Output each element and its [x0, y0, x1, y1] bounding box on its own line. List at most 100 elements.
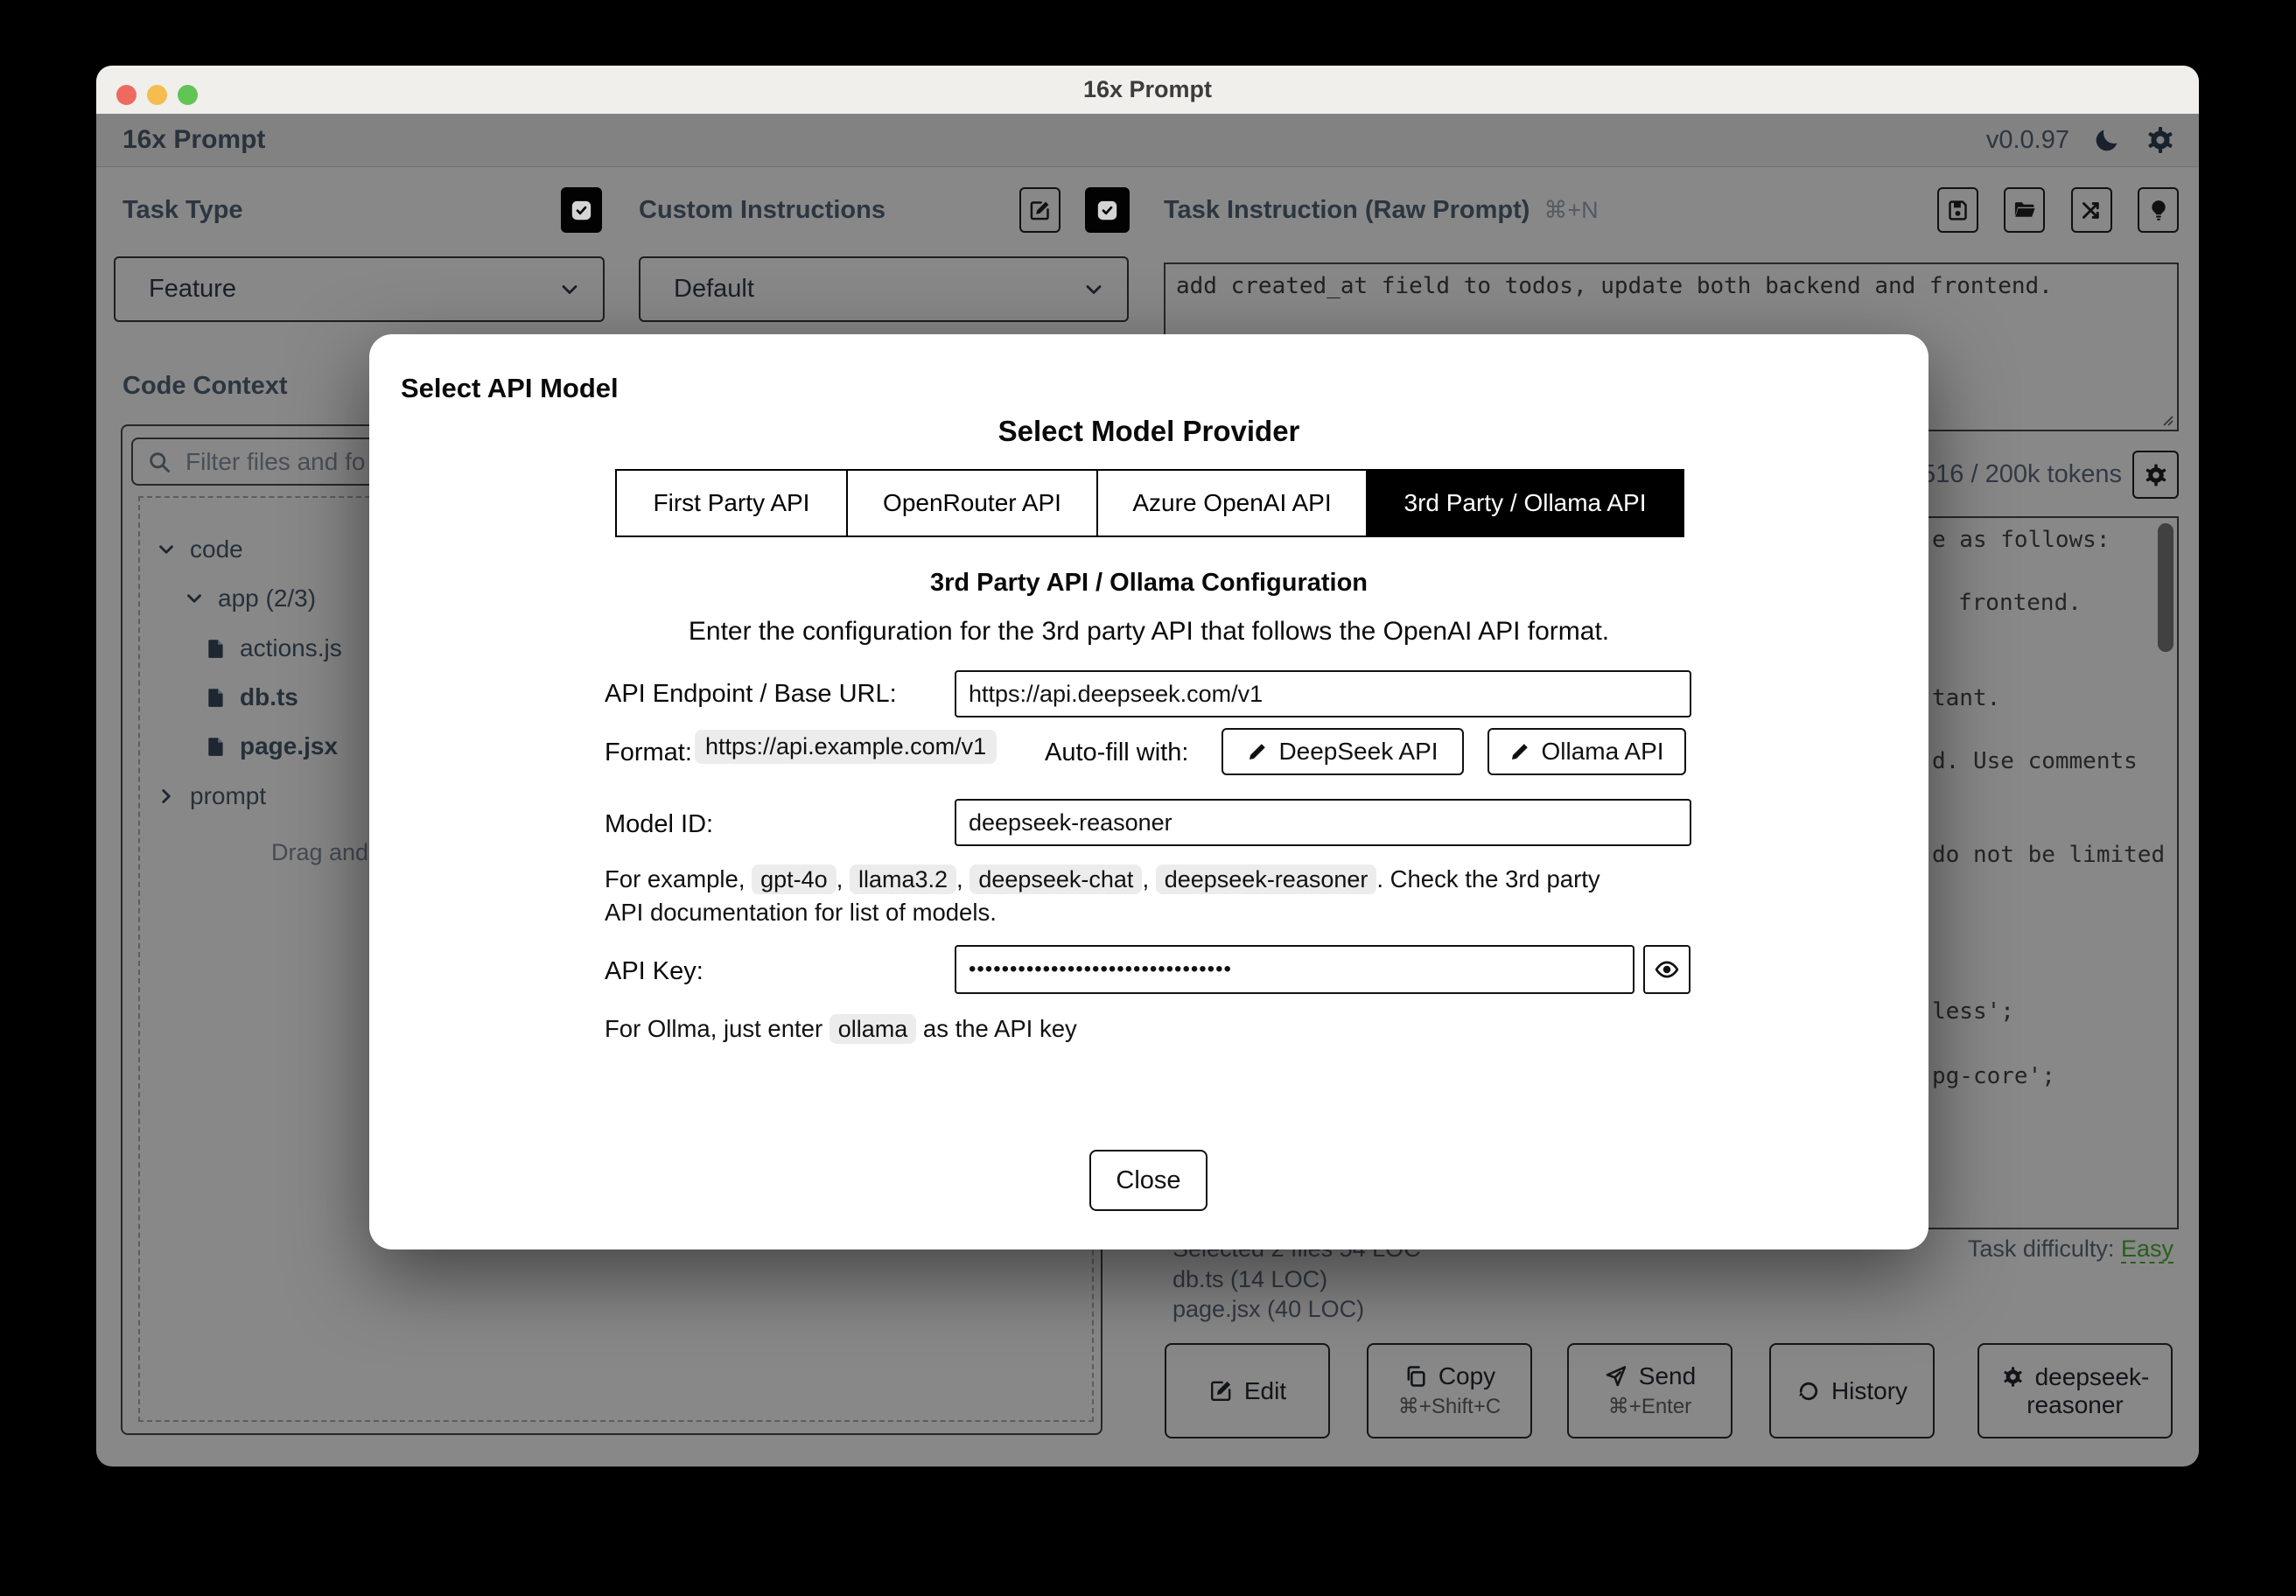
model-example-code: deepseek-chat — [970, 864, 1143, 894]
note-text: , — [836, 865, 850, 892]
tree-item-label: code — [190, 536, 243, 563]
provider-tabs: First Party API OpenRouter API Azure Ope… — [615, 469, 1684, 537]
note-text: For Ollma, just enter — [605, 1015, 830, 1042]
tree-item-page-jsx[interactable]: page.jsx — [205, 732, 338, 760]
model-selector-button[interactable]: deepseek- reasoner — [1978, 1343, 2173, 1438]
task-type-select[interactable]: Feature — [114, 256, 605, 322]
dark-mode-toggle[interactable] — [2092, 125, 2122, 155]
chevron-down-icon — [562, 284, 578, 294]
toggle-key-visibility-button[interactable] — [1643, 945, 1690, 994]
preview-line: pg-core'; — [1932, 1063, 2055, 1089]
endpoint-label: API Endpoint / Base URL: — [605, 680, 897, 708]
pencil-icon — [1512, 744, 1529, 760]
autofill-ollama-button[interactable]: Ollama API — [1488, 728, 1686, 775]
tab-3rd-party-ollama-api[interactable]: 3rd Party / Ollama API — [1368, 471, 1683, 536]
app-title: 16x Prompt — [122, 125, 266, 154]
preview-line: less'; — [1932, 998, 2014, 1025]
custom-instructions-select[interactable]: Default — [639, 256, 1129, 322]
api-key-input[interactable] — [955, 945, 1634, 994]
chevron-right-icon — [162, 789, 171, 803]
edit-button-label: Edit — [1243, 1376, 1287, 1404]
selected-file-loc: page.jsx (40 LOC) — [1172, 1296, 1365, 1322]
open-prompt-button[interactable] — [2004, 187, 2045, 233]
gear-icon — [2146, 464, 2166, 486]
titlebar: 16x Prompt — [96, 66, 2199, 114]
pencil-square-icon — [1210, 1381, 1231, 1401]
tree-item-app[interactable]: app (2/3) — [183, 584, 316, 612]
tree-item-label: db.ts — [240, 683, 298, 710]
task-difficulty-value[interactable]: Easy — [2120, 1236, 2174, 1264]
history-button[interactable]: History — [1769, 1343, 1935, 1438]
preview-line: e as follows: — [1932, 527, 2110, 553]
send-button-label: Send — [1638, 1362, 1697, 1390]
eye-icon — [1655, 961, 1679, 978]
model-id-note: For example, gpt-4o, llama3.2, deepseek-… — [605, 863, 1611, 928]
edit-button[interactable]: Edit — [1165, 1343, 1330, 1438]
model-name-line1: deepseek- — [2034, 1362, 2150, 1390]
task-difficulty-label: Task difficulty: — [1967, 1236, 2115, 1262]
tree-item-code[interactable]: code — [155, 536, 243, 564]
history-button-label: History — [1830, 1376, 1908, 1404]
ollama-key-code: ollama — [829, 1014, 917, 1044]
save-prompt-button[interactable] — [1937, 187, 1978, 233]
tips-button[interactable] — [2138, 187, 2179, 233]
model-example-code: deepseek-reasoner — [1155, 864, 1377, 894]
tree-item-db-ts[interactable]: db.ts — [205, 683, 298, 711]
history-icon — [1799, 1382, 1818, 1400]
preview-line: frontend. — [1958, 590, 2082, 616]
save-icon — [1949, 200, 1967, 220]
shuffle-button[interactable] — [2071, 187, 2112, 233]
settings-button[interactable] — [2145, 124, 2176, 156]
code-context-label: Code Context — [122, 371, 288, 400]
copy-shortcut: ⌘+Shift+C — [1397, 1395, 1502, 1418]
zoom-window-button[interactable] — [178, 85, 198, 105]
moon-icon — [2096, 130, 2118, 151]
model-example-code: llama3.2 — [849, 864, 957, 894]
send-shortcut: ⌘+Enter — [1607, 1395, 1692, 1418]
edit-custom-instructions-button[interactable] — [1019, 187, 1060, 233]
lightbulb-icon — [2151, 200, 2166, 220]
send-icon — [1606, 1366, 1626, 1387]
note-text: as the API key — [916, 1015, 1077, 1042]
chevron-down-icon — [159, 545, 173, 554]
tree-item-actions-js[interactable]: actions.js — [205, 634, 342, 662]
drag-drop-hint: Drag and d — [271, 839, 371, 865]
selected-file-loc: db.ts (14 LOC) — [1172, 1266, 1328, 1292]
select-api-model-dialog: Select API Model Select Model Provider F… — [369, 334, 1928, 1250]
scrollbar-thumb[interactable] — [2158, 523, 2174, 652]
window-title: 16x Prompt — [1082, 76, 1213, 102]
search-icon — [150, 452, 170, 472]
preview-line: tant. — [1932, 685, 2001, 711]
model-id-input[interactable] — [955, 799, 1691, 846]
format-label: Format: — [605, 738, 692, 766]
resize-grip-icon[interactable] — [2159, 411, 2174, 427]
task-type-value: Feature — [149, 275, 236, 303]
custom-instructions-enabled-toggle[interactable] — [1085, 187, 1130, 233]
send-button[interactable]: Send ⌘+Enter — [1567, 1343, 1732, 1438]
file-icon — [208, 689, 223, 707]
model-name-line2: reasoner — [2026, 1390, 2124, 1418]
close-dialog-button[interactable]: Close — [1089, 1150, 1208, 1211]
tree-item-label: prompt — [190, 782, 267, 809]
copy-button[interactable]: Copy ⌘+Shift+C — [1367, 1343, 1532, 1438]
task-type-enabled-toggle[interactable] — [561, 187, 602, 233]
task-instruction-label: Task Instruction (Raw Prompt) ⌘+N — [1164, 187, 1599, 233]
token-settings-button[interactable] — [2132, 451, 2179, 499]
tree-item-prompt[interactable]: prompt — [155, 782, 266, 810]
minimize-window-button[interactable] — [147, 85, 167, 105]
endpoint-input[interactable] — [955, 670, 1691, 718]
pencil-icon — [1250, 744, 1266, 760]
note-text: , — [956, 865, 970, 892]
task-type-label: Task Type — [122, 195, 243, 224]
folder-open-icon — [2014, 202, 2035, 217]
tab-azure-openai-api[interactable]: Azure OpenAI API — [1098, 471, 1368, 536]
preview-line: do not be limited — [1932, 842, 2166, 868]
tab-first-party-api[interactable]: First Party API — [617, 471, 848, 536]
custom-instructions-value: Default — [674, 275, 754, 303]
tab-openrouter-api[interactable]: OpenRouter API — [848, 471, 1098, 536]
gear-icon — [2003, 1367, 2022, 1387]
autofill-deepseek-button[interactable]: DeepSeek API — [1222, 728, 1464, 775]
file-icon — [208, 640, 223, 658]
close-window-button[interactable] — [116, 85, 136, 105]
api-key-label: API Key: — [605, 957, 704, 985]
